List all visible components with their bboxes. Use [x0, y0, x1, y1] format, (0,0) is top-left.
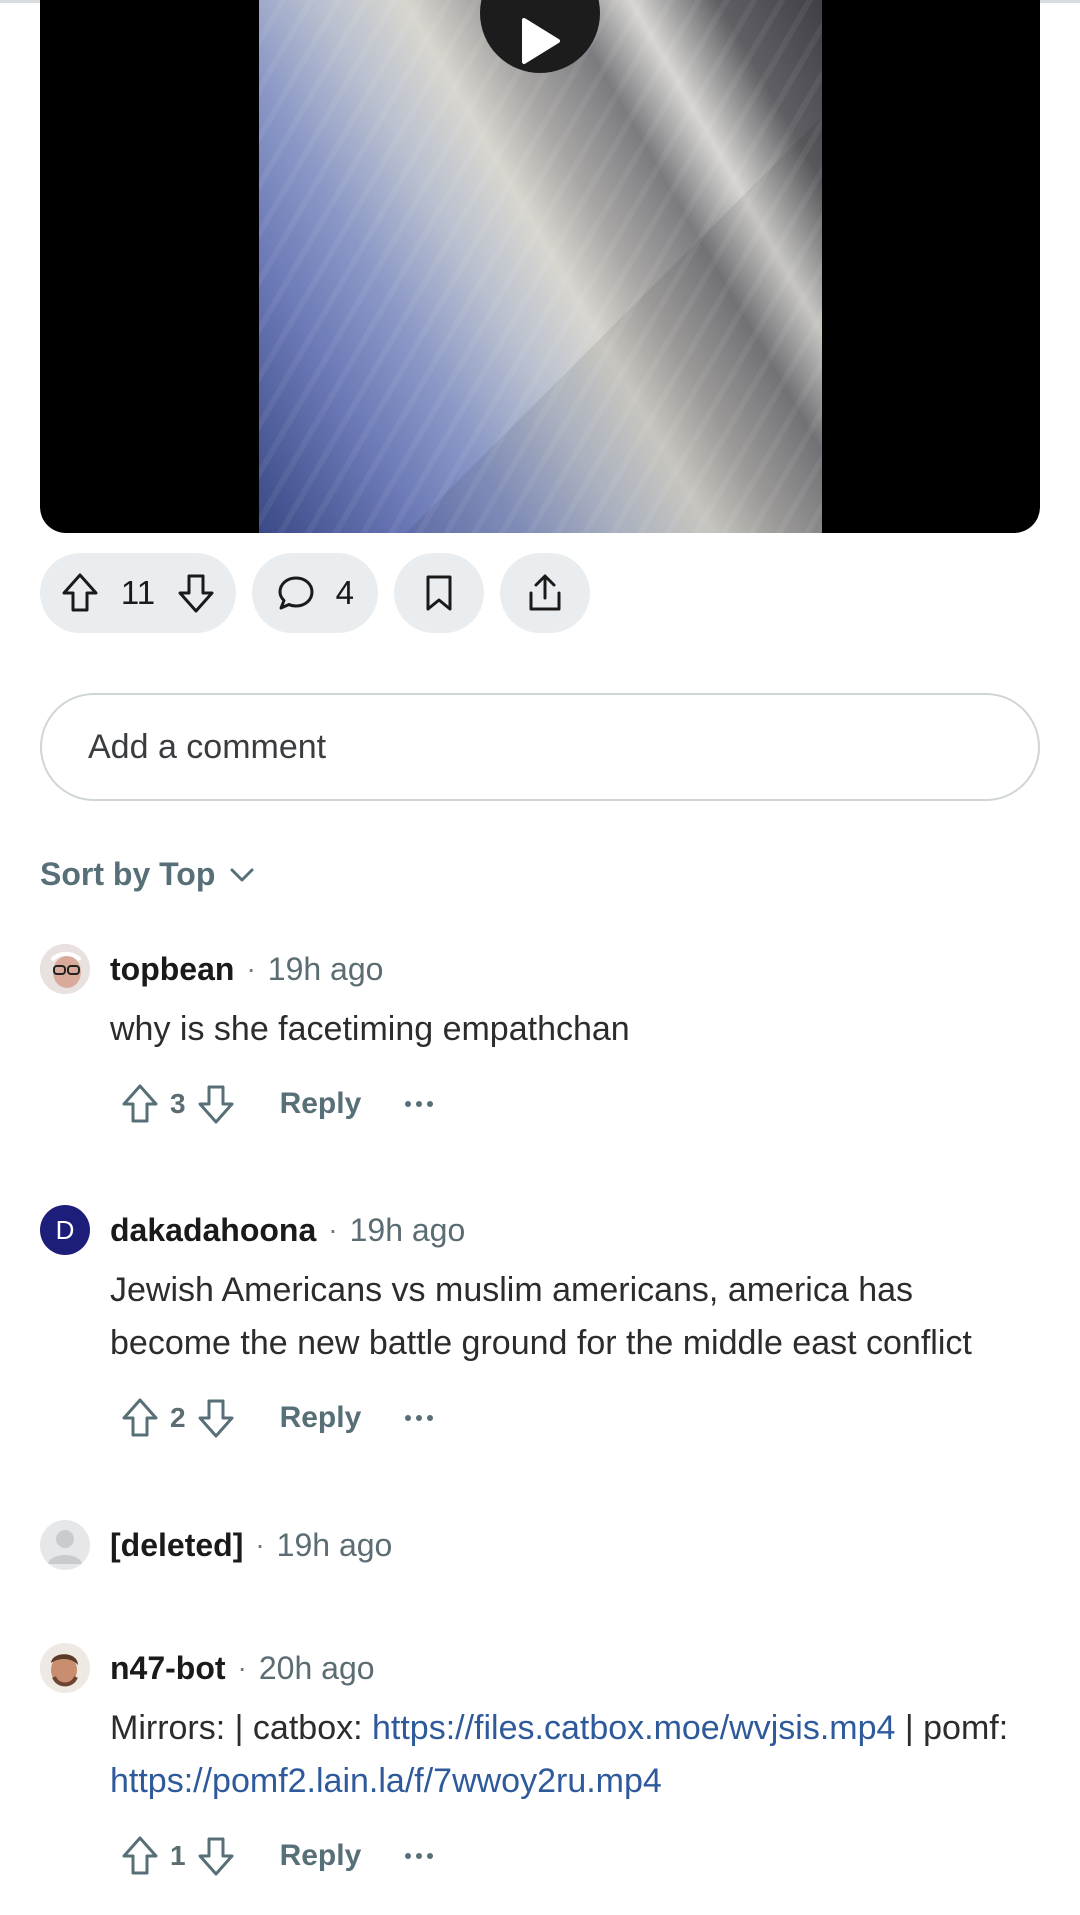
comment-header: topbean · 19h ago: [40, 941, 1040, 997]
vote-pill: 11: [40, 553, 236, 633]
downvote-icon[interactable]: [196, 1835, 236, 1877]
reply-button[interactable]: Reply: [280, 1839, 362, 1873]
comment-actions: 2 Reply: [120, 1390, 1040, 1446]
comment-actions: 3 Reply: [120, 1076, 1040, 1132]
avatar-letter: D: [55, 1214, 75, 1245]
comment-header: n47-bot · 20h ago: [40, 1640, 1040, 1696]
post-action-bar: 11 4: [40, 553, 590, 633]
upvote-icon[interactable]: [120, 1397, 160, 1439]
sort-label: Sort by Top: [40, 856, 216, 892]
catbox-link[interactable]: https://files.catbox.moe/wvjsis.mp4: [372, 1709, 895, 1747]
chevron-down-icon: [230, 868, 254, 881]
more-options-button[interactable]: [405, 1853, 434, 1859]
bookmark-icon: [426, 575, 452, 611]
downvote-icon[interactable]: [176, 572, 216, 614]
upvote-icon[interactable]: [120, 1835, 160, 1877]
comment-author: [deleted]: [110, 1526, 244, 1563]
comment-text-mid: | pomf:: [895, 1709, 1009, 1747]
comment-text: why is she facetiming empathchan: [110, 1010, 630, 1048]
comment-count: 4: [335, 574, 354, 611]
add-comment-input[interactable]: Add a comment: [40, 693, 1040, 801]
downvote-icon[interactable]: [196, 1397, 236, 1439]
more-options-button[interactable]: [405, 1415, 434, 1421]
pomf-link[interactable]: https://pomf2.lain.la/f/7wwoy2ru.mp4: [110, 1762, 662, 1800]
comment: n47-bot · 20h ago Mirrors: | catbox: htt…: [40, 1640, 1040, 1884]
comment-author[interactable]: dakadahoona: [110, 1212, 316, 1249]
share-icon: [529, 574, 561, 611]
comment-time: 19h ago: [276, 1526, 393, 1563]
user-avatar-icon: [40, 944, 90, 994]
comment: D dakadahoona · 19h ago Jewish Americans…: [40, 1202, 1040, 1446]
avatar[interactable]: D: [40, 1205, 90, 1255]
reply-button[interactable]: Reply: [280, 1401, 362, 1435]
user-avatar-icon: [40, 1643, 90, 1693]
separator-dot: ·: [255, 1529, 265, 1560]
comment-text-prefix: Mirrors: | catbox:: [110, 1709, 372, 1747]
comment-header: [deleted] · 19h ago: [40, 1517, 1040, 1573]
comment-text: Mirrors: | catbox: https://files.catbox.…: [110, 1702, 1040, 1808]
comment-time: 19h ago: [349, 1211, 466, 1248]
share-button[interactable]: [500, 553, 590, 633]
upvote-count: 11: [120, 574, 156, 611]
comment-author[interactable]: n47-bot: [110, 1650, 226, 1687]
comment-time: 20h ago: [258, 1649, 375, 1686]
comment-score: 2: [170, 1402, 186, 1433]
reply-button[interactable]: Reply: [280, 1087, 362, 1121]
play-icon: [522, 17, 560, 64]
sort-dropdown[interactable]: Sort by Top: [40, 856, 255, 893]
comment-score: 1: [170, 1840, 186, 1871]
comment-icon: [278, 576, 314, 610]
comment-author[interactable]: topbean: [110, 951, 234, 988]
separator-dot: ·: [246, 953, 256, 984]
upvote-icon[interactable]: [120, 1083, 160, 1125]
avatar[interactable]: [40, 1643, 90, 1693]
video-player[interactable]: [40, 0, 1040, 533]
comment-actions: 1 Reply: [120, 1828, 1040, 1884]
comments-button[interactable]: 4: [252, 553, 378, 633]
comment: [deleted] · 19h ago: [40, 1517, 1040, 1573]
deleted-user-icon: [48, 1530, 82, 1564]
more-options-button[interactable]: [405, 1101, 434, 1107]
comment-score: 3: [170, 1088, 186, 1119]
comment-time: 19h ago: [267, 950, 384, 987]
separator-dot: ·: [237, 1652, 247, 1683]
video-frame: [259, 0, 822, 533]
comment-text: Jewish Americans vs muslim americans, am…: [110, 1271, 972, 1362]
upvote-icon[interactable]: [60, 572, 100, 614]
avatar[interactable]: [40, 944, 90, 994]
downvote-icon[interactable]: [196, 1083, 236, 1125]
separator-dot: ·: [328, 1214, 338, 1245]
avatar: [40, 1520, 90, 1570]
comment-header: D dakadahoona · 19h ago: [40, 1202, 1040, 1258]
comment: topbean · 19h ago why is she facetiming …: [40, 941, 1040, 1132]
save-button[interactable]: [394, 553, 484, 633]
